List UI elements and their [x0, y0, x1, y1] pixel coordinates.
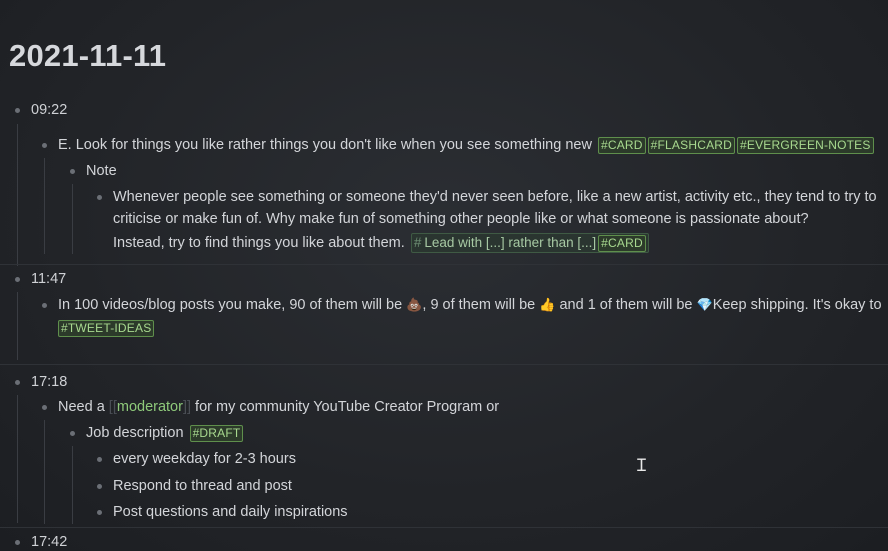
- divider: [0, 527, 888, 528]
- indent-guide: [44, 420, 45, 524]
- job-description: Job description: [86, 425, 184, 441]
- indent-guide: [72, 446, 73, 524]
- block-item[interactable]: In 100 videos/blog posts you make, 90 of…: [58, 297, 882, 313]
- bullet[interactable]: [97, 484, 102, 489]
- block-item[interactable]: Need a [[moderator]] for my community Yo…: [58, 399, 499, 415]
- block-item[interactable]: E. Look for things you like rather thing…: [58, 137, 874, 154]
- tag-row: #TWEET-IDEAS: [56, 320, 155, 337]
- text-d: Keep shipping. It's okay to: [712, 297, 882, 313]
- note-line-2[interactable]: criticise or make fun of. Why make fun o…: [113, 211, 809, 227]
- text-cursor-icon: Ｉ: [633, 456, 650, 476]
- ref-hash: #: [413, 235, 422, 250]
- list-item[interactable]: every weekday for 2-3 hours: [113, 451, 296, 467]
- time-heading-1742[interactable]: 17:42: [31, 534, 67, 550]
- ref-tag-card[interactable]: #CARD: [598, 235, 646, 252]
- bullet[interactable]: [15, 380, 20, 385]
- text-b: , 9 of them will be: [422, 297, 536, 313]
- thumbs-up-icon: 👍: [539, 297, 556, 312]
- indent-guide: [17, 292, 18, 360]
- tag-tweet-ideas[interactable]: #TWEET-IDEAS: [58, 320, 155, 337]
- time-heading-1718[interactable]: 17:18: [31, 374, 67, 390]
- gem-icon: 💎: [696, 297, 713, 312]
- indent-guide: [72, 184, 73, 254]
- list-item[interactable]: Post questions and daily inspirations: [113, 504, 348, 520]
- bullet[interactable]: [42, 303, 47, 308]
- bullet[interactable]: [42, 143, 47, 148]
- block-text: E. Look for things you like rather thing…: [58, 137, 592, 153]
- divider: [0, 264, 888, 265]
- link-bracket-close: ]]: [182, 399, 192, 415]
- bullet[interactable]: [15, 277, 20, 282]
- note-line-3[interactable]: Instead, try to find things you like abo…: [113, 233, 649, 253]
- need-suffix: for my community YouTube Creator Program…: [195, 399, 500, 415]
- bullet[interactable]: [97, 457, 102, 462]
- need-prefix: Need a: [58, 399, 105, 415]
- note-line-1[interactable]: Whenever people see something or someone…: [113, 189, 877, 205]
- block-reference[interactable]: # Lead with [...] rather than [...] #CARD: [410, 233, 649, 253]
- indent-guide: [17, 124, 18, 266]
- time-heading-1147[interactable]: 11:47: [31, 271, 66, 287]
- bullet[interactable]: [15, 540, 20, 545]
- note-label[interactable]: Note: [86, 163, 117, 179]
- page-title[interactable]: 2021-11-11: [9, 38, 166, 74]
- bullet[interactable]: [70, 169, 75, 174]
- bullet[interactable]: [97, 510, 102, 515]
- ref-text: Lead with [...] rather than [...]: [424, 235, 597, 250]
- tag-draft[interactable]: #DRAFT: [189, 425, 244, 442]
- tag-card[interactable]: #CARD: [597, 137, 646, 154]
- tag-flashcard[interactable]: #FLASHCARD: [647, 137, 736, 154]
- page-link-moderator[interactable]: moderator: [117, 399, 183, 415]
- bullet[interactable]: [42, 405, 47, 410]
- indent-guide: [44, 158, 45, 254]
- tag-evergreen-notes[interactable]: #EVERGREEN-NOTES: [737, 137, 874, 154]
- bullet[interactable]: [97, 195, 102, 200]
- divider: [0, 364, 888, 365]
- indent-guide: [17, 395, 18, 523]
- link-bracket-open: [[: [108, 399, 117, 415]
- note-line-3-text: Instead, try to find things you like abo…: [113, 235, 405, 251]
- bullet[interactable]: [70, 431, 75, 436]
- text-c: and 1 of them will be: [559, 297, 693, 313]
- text-a: In 100 videos/blog posts you make, 90 of…: [58, 297, 403, 313]
- bullet[interactable]: [15, 108, 20, 113]
- list-item[interactable]: Respond to thread and post: [113, 478, 292, 494]
- journal-page: 2021-11-11 09:22 E. Look for things you …: [0, 0, 888, 551]
- time-heading-0922[interactable]: 09:22: [31, 102, 67, 118]
- block-item[interactable]: Job description #DRAFT: [86, 425, 244, 442]
- poop-icon: 💩: [406, 297, 423, 312]
